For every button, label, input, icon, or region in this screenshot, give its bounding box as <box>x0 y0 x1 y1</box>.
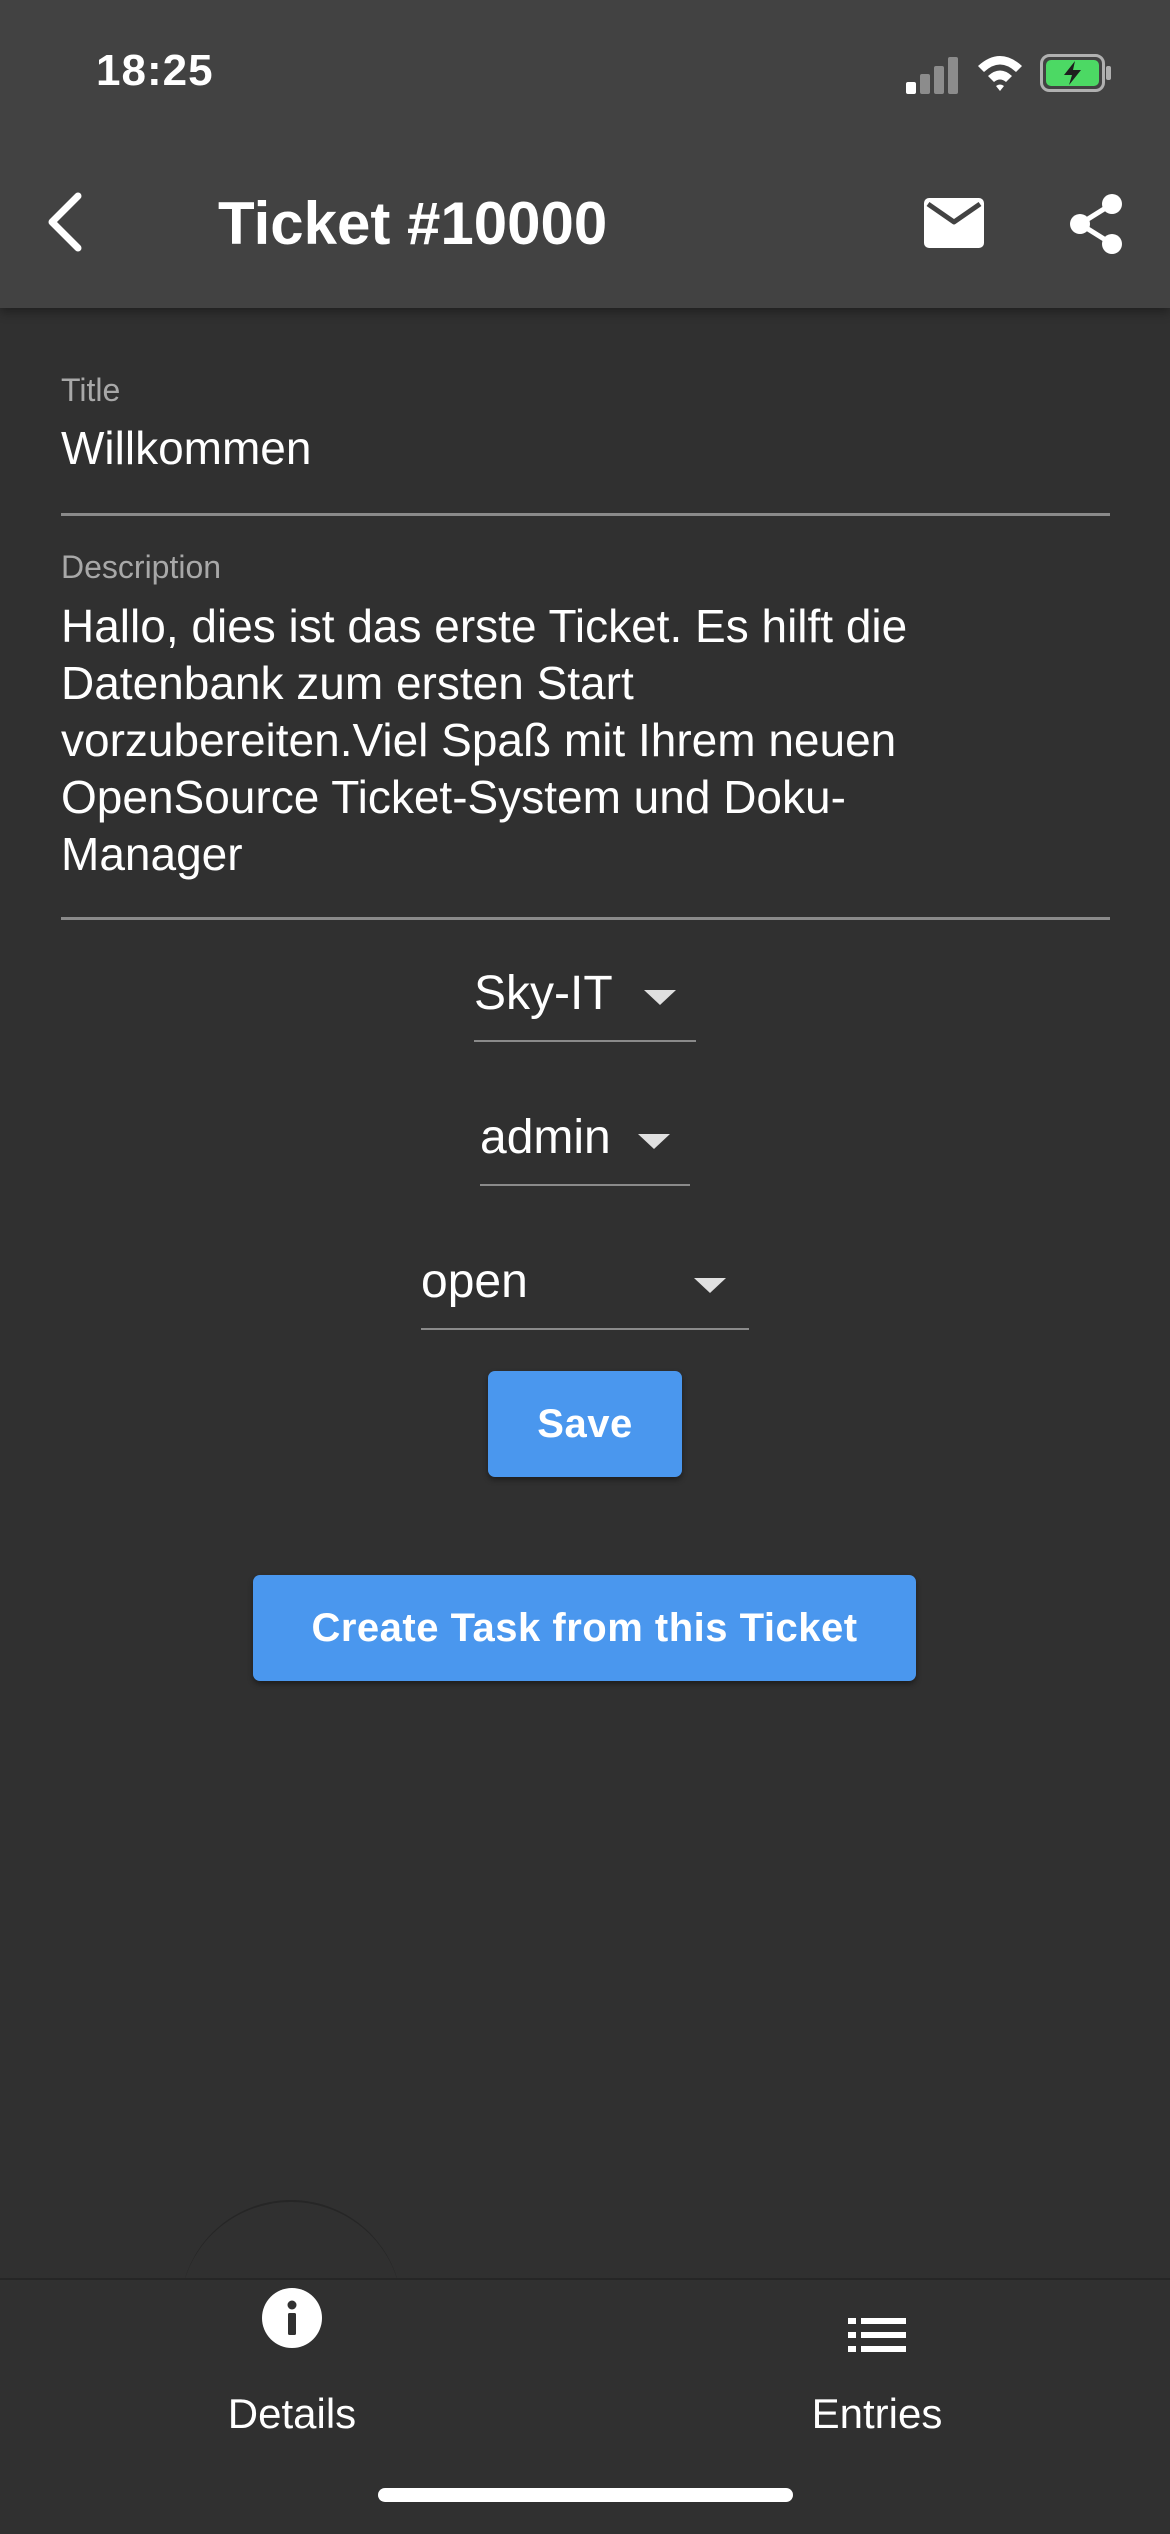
description-line: vorzubereiten.Viel Spaß mit Ihrem neuen <box>61 714 897 766</box>
customer-dropdown[interactable]: Sky-IT <box>474 960 696 1042</box>
list-icon <box>848 2318 906 2352</box>
chevron-down-icon <box>694 1278 726 1293</box>
status-dropdown-value: open <box>421 1255 528 1308</box>
home-indicator[interactable] <box>378 2488 793 2502</box>
chevron-down-icon <box>644 990 676 1005</box>
user-dropdown-value: admin <box>480 1111 611 1164</box>
description-line: Hallo, dies ist das erste Ticket. Es hil… <box>61 600 908 652</box>
chevron-down-icon <box>638 1134 670 1149</box>
page-title: Ticket #10000 <box>218 190 608 257</box>
share-icon[interactable] <box>1066 192 1126 256</box>
nav-label-details: Details <box>227 2390 357 2437</box>
description-line: Datenbank zum ersten Start <box>61 657 634 709</box>
description-field[interactable]: Hallo, dies ist das erste Ticket. Es hil… <box>61 598 1111 883</box>
description-label: Description <box>61 549 222 585</box>
wifi-icon <box>978 56 1022 91</box>
status-time: 18:25 <box>96 46 214 95</box>
customer-dropdown-value: Sky-IT <box>474 967 613 1020</box>
back-arrow-icon[interactable] <box>38 186 98 258</box>
title-underline <box>61 513 1110 516</box>
mail-icon[interactable] <box>922 196 986 250</box>
title-label: Title <box>61 372 121 408</box>
status-dropdown[interactable]: open <box>421 1248 749 1330</box>
user-dropdown[interactable]: admin <box>480 1104 690 1186</box>
save-button[interactable]: Save <box>488 1371 682 1477</box>
description-line: OpenSource Ticket-System und Doku- <box>61 771 846 823</box>
battery-charging-icon <box>1040 54 1111 92</box>
app-bar: 18:25 Ticket #10000 <box>0 0 1170 308</box>
title-field[interactable]: Willkommen <box>61 420 1111 477</box>
create-task-button[interactable]: Create Task from this Ticket <box>253 1575 916 1681</box>
description-line: Manager <box>61 828 243 880</box>
description-underline <box>61 917 1110 920</box>
nav-item-entries[interactable]: Entries <box>727 2278 1027 2448</box>
nav-item-details[interactable]: Details <box>142 2278 442 2448</box>
cellular-signal-icon <box>906 56 960 94</box>
nav-label-entries: Entries <box>811 2390 943 2437</box>
info-icon <box>262 2288 322 2348</box>
